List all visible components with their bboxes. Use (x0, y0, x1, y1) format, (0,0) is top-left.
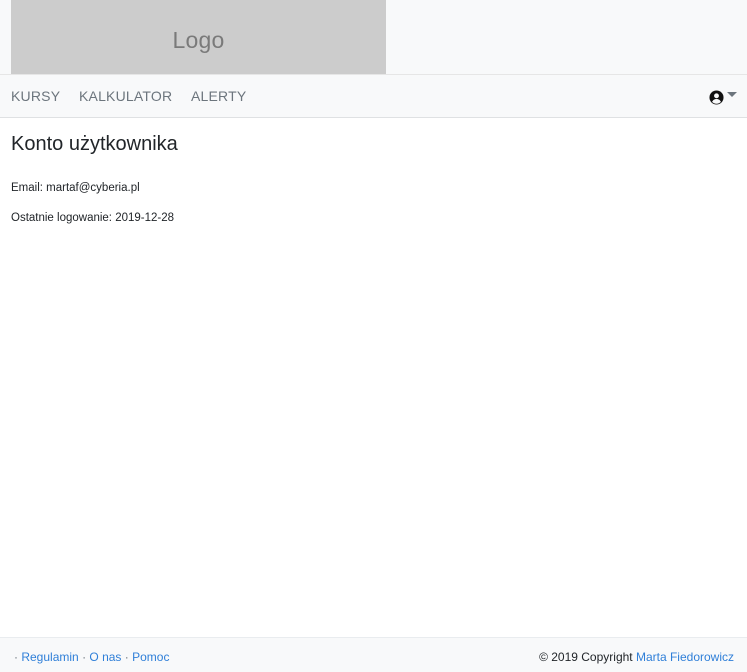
logo-text: Logo (172, 26, 225, 53)
main-navbar: KURSY KALKULATOR ALERTY (0, 74, 747, 118)
footer: · Regulamin · O nas · Pomoc © 2019 Copyr… (0, 637, 747, 672)
email-label: Email: (11, 182, 43, 194)
copyright-text: © 2019 Copyright (539, 650, 633, 664)
email-value: martaf@cyberia.pl (46, 182, 140, 194)
nav-item-alerty[interactable]: ALERTY (191, 88, 246, 104)
last-login-label: Ostatnie logowanie: (11, 212, 113, 224)
footer-link-o-nas[interactable]: O nas (89, 650, 121, 664)
top-header: Logo (0, 0, 747, 74)
footer-link-regulamin[interactable]: Regulamin (21, 650, 78, 664)
nav-item-kalkulator[interactable]: KALKULATOR (79, 88, 172, 104)
footer-copyright: © 2019 Copyright Marta Fiedorowicz (539, 650, 734, 664)
logo[interactable]: Logo (11, 0, 386, 74)
user-circle-icon (709, 89, 724, 105)
chevron-down-icon (727, 91, 737, 97)
footer-bullet: · (124, 650, 129, 664)
last-login-value: 2019-12-28 (115, 212, 175, 224)
footer-bullet: · (82, 650, 87, 664)
author-link[interactable]: Marta Fiedorowicz (636, 650, 734, 664)
footer-links: · Regulamin · O nas · Pomoc (14, 650, 169, 664)
last-login-line: Ostatnie logowanie: 2019-12-28 (11, 210, 736, 226)
page-title: Konto użytkownika (11, 133, 178, 155)
user-menu-dropdown[interactable] (709, 88, 737, 106)
account-content: Konto użytkownika Email: martaf@cyberia.… (11, 130, 736, 240)
email-line: Email: martaf@cyberia.pl (11, 180, 736, 196)
nav-item-kursy[interactable]: KURSY (11, 88, 60, 104)
footer-bullet: · (14, 650, 18, 664)
footer-link-pomoc[interactable]: Pomoc (132, 650, 169, 664)
